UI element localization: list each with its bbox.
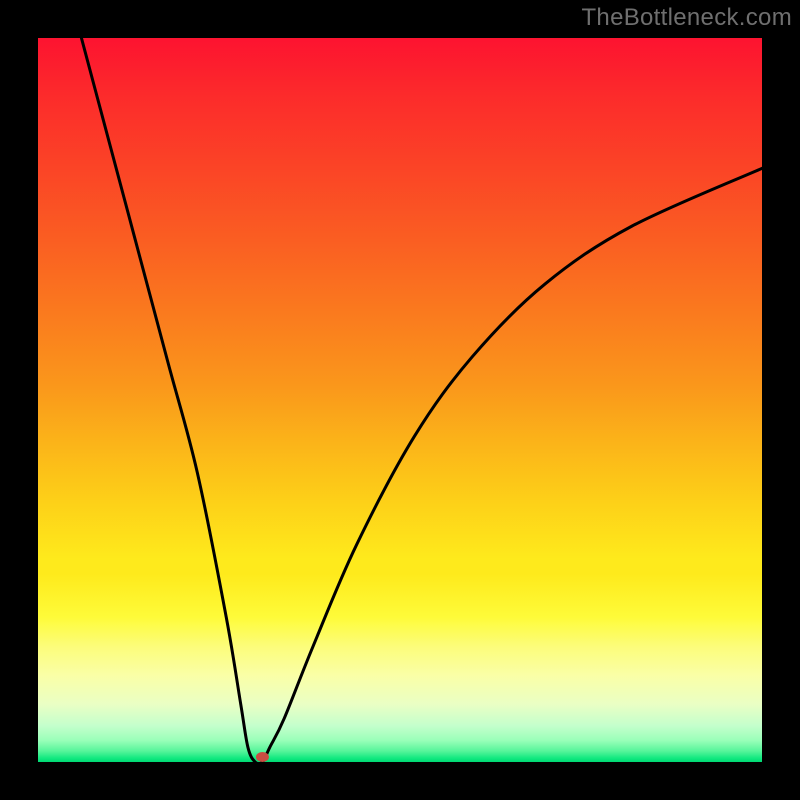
- curve-path: [81, 38, 762, 762]
- bottleneck-curve: [38, 38, 762, 762]
- watermark-label: TheBottleneck.com: [581, 4, 792, 32]
- chart-frame: TheBottleneck.com: [0, 0, 800, 800]
- plot-area: [38, 38, 762, 762]
- min-marker: [256, 752, 269, 762]
